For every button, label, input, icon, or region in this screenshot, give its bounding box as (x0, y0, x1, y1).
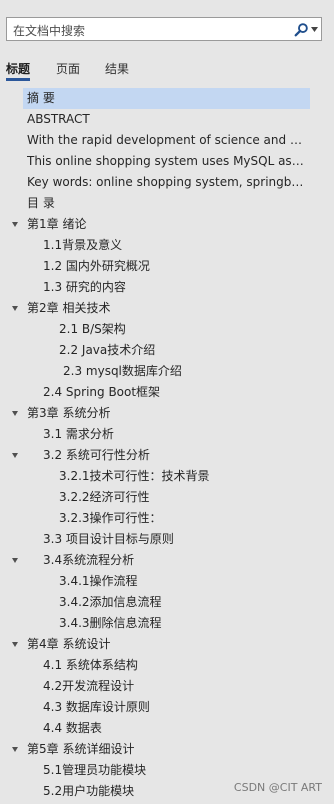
outline-item[interactable]: 2.4 Spring Boot框架 (43, 382, 305, 403)
outline-item[interactable]: This online shopping system uses MySQL a… (27, 151, 305, 172)
outline-item[interactable]: 摘 要 (23, 88, 310, 109)
outline-item[interactable]: 3.4.1操作流程 (59, 571, 305, 592)
outline-item[interactable]: 4.4 数据表 (43, 718, 305, 739)
tab-headings[interactable]: 标题 (6, 60, 30, 77)
outline-item[interactable]: 3.2.2经济可行性 (59, 487, 305, 508)
outline-item[interactable]: 4.3 数据库设计原则 (43, 697, 305, 718)
active-tab-indicator (6, 78, 30, 81)
outline-item[interactable]: 3.4.3删除信息流程 (59, 613, 305, 634)
collapse-toggle-icon[interactable] (12, 642, 18, 647)
outline-item[interactable]: 2.1 B/S架构 (59, 319, 305, 340)
outline-item[interactable]: 3.3 项目设计目标与原则 (43, 529, 305, 550)
outline-item[interactable]: 3.4.2添加信息流程 (59, 592, 305, 613)
outline-item[interactable]: 4.2开发流程设计 (43, 676, 305, 697)
outline-item[interactable]: 2.2 Java技术介绍 (59, 340, 305, 361)
outline-item[interactable]: 1.1背景及意义 (43, 235, 305, 256)
collapse-toggle-icon[interactable] (12, 453, 18, 458)
outline-item[interactable]: ABSTRACT (27, 109, 305, 130)
outline-item[interactable]: 3.4系统流程分析 (43, 550, 305, 571)
outline-item[interactable]: 4.1 系统体系结构 (43, 655, 305, 676)
outline-item[interactable]: 5.1管理员功能模块 (43, 760, 305, 781)
outline-item[interactable]: 第1章 绪论 (27, 214, 305, 235)
outline-item[interactable]: Key words: online shopping system, sprin… (27, 172, 305, 193)
outline-item[interactable]: 3.2.1技术可行性：技术背景 (59, 466, 305, 487)
chevron-down-icon[interactable] (311, 27, 318, 32)
outline-item[interactable]: 第5章 系统详细设计 (27, 739, 305, 760)
collapse-toggle-icon[interactable] (12, 222, 18, 227)
search-box[interactable]: 在文档中搜索 (6, 17, 322, 41)
outline-item[interactable]: 1.3 研究的内容 (43, 277, 305, 298)
collapse-toggle-icon[interactable] (12, 558, 18, 563)
outline-item[interactable]: 3.1 需求分析 (43, 424, 305, 445)
search-icon[interactable] (294, 22, 309, 37)
outline-item[interactable]: 2.3 mysql数据库介绍 (63, 361, 305, 382)
outline-item[interactable]: 目 录 (27, 193, 305, 214)
collapse-toggle-icon[interactable] (12, 411, 18, 416)
collapse-toggle-icon[interactable] (12, 747, 18, 752)
outline-item[interactable]: 第3章 系统分析 (27, 403, 305, 424)
outline-item[interactable]: 1.2 国内外研究概况 (43, 256, 305, 277)
outline-item[interactable]: 第4章 系统设计 (27, 634, 305, 655)
search-input[interactable]: 在文档中搜索 (13, 22, 85, 39)
tab-results[interactable]: 结果 (105, 60, 129, 77)
outline-item[interactable]: 3.2.3操作可行性： (59, 508, 305, 529)
outline-item[interactable]: 3.2 系统可行性分析 (43, 445, 305, 466)
watermark: CSDN @CIT ART (233, 781, 322, 794)
tab-pages[interactable]: 页面 (56, 60, 80, 77)
collapse-toggle-icon[interactable] (12, 306, 18, 311)
outline-item[interactable]: 第2章 相关技术 (27, 298, 305, 319)
outline-item[interactable]: With the rapid development of science an… (27, 130, 305, 151)
